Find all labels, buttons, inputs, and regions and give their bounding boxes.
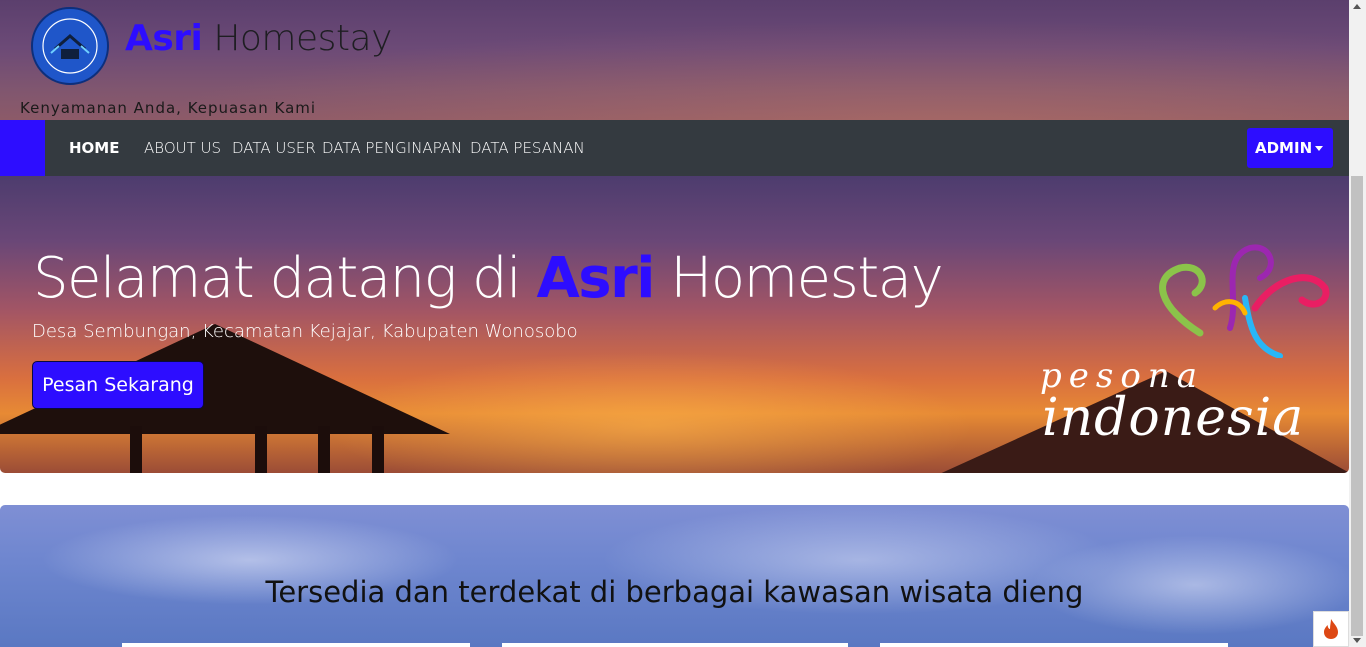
tagline: Kenyamanan Anda, Kepuasan Kami: [20, 99, 317, 117]
scroll-down-arrow-icon[interactable]: [1353, 638, 1361, 643]
nav-about-us[interactable]: ABOUT US: [144, 139, 221, 157]
nav-data-user[interactable]: DATA USER: [232, 139, 316, 157]
garuda-swirl-icon: [1159, 244, 1330, 359]
site-logo[interactable]: [31, 7, 109, 85]
house-logo-icon: [35, 11, 105, 81]
hut-pole: [255, 426, 267, 473]
card-top-edge: [880, 643, 1228, 647]
hero-title-prefix: Selamat datang di: [33, 246, 537, 311]
destinations-section: Tersedia dan terdekat di berbagai kawasa…: [0, 505, 1349, 647]
nav-data-pesanan[interactable]: DATA PESANAN: [470, 139, 585, 157]
sunset-glow: [300, 346, 1000, 473]
brand-rest: Homestay: [202, 18, 392, 59]
page-scrollbar[interactable]: [1349, 0, 1366, 647]
section-title: Tersedia dan terdekat di berbagai kawasa…: [265, 575, 1084, 609]
indonesia-text: indonesia: [1042, 388, 1305, 448]
main-navbar: HOME ABOUT US DATA USER DATA PENGINAPAN …: [0, 120, 1349, 176]
brand-accent: Asri: [125, 18, 203, 59]
hero-subtitle: Desa Sembungan, Kecamatan Kejajar, Kabup…: [32, 321, 578, 342]
hut-pole: [130, 426, 142, 473]
scroll-up-arrow-icon[interactable]: [1353, 4, 1361, 9]
nav-home[interactable]: HOME: [69, 139, 119, 157]
navbar-accent-block: [0, 120, 45, 176]
scrollbar-thumb[interactable]: [1351, 176, 1363, 636]
hero-title-accent: Asri: [536, 246, 655, 311]
flame-icon: [1324, 619, 1338, 639]
hut-pole: [372, 426, 384, 473]
hut-pole: [318, 426, 330, 473]
brand-name[interactable]: Asri Homestay: [125, 18, 392, 59]
nav-data-penginapan[interactable]: DATA PENGINAPAN: [322, 139, 462, 157]
debug-toolbar-button[interactable]: [1313, 611, 1349, 647]
hero-title-suffix: Homestay: [653, 246, 943, 311]
hero-banner: Selamat datang di Asri Homestay Desa Sem…: [0, 176, 1349, 473]
card-top-edge: [502, 643, 848, 647]
site-header: Asri Homestay Kenyamanan Anda, Kepuasan …: [0, 0, 1349, 120]
caret-down-icon: [1315, 146, 1323, 151]
book-now-button[interactable]: Pesan Sekarang: [32, 361, 204, 409]
admin-dropdown-button[interactable]: ADMIN: [1247, 128, 1333, 168]
hero-title: Selamat datang di Asri Homestay: [33, 246, 944, 311]
card-top-edge: [122, 643, 470, 647]
admin-label: ADMIN: [1255, 139, 1313, 157]
pesona-indonesia-logo: pesona indonesia: [1040, 238, 1330, 448]
